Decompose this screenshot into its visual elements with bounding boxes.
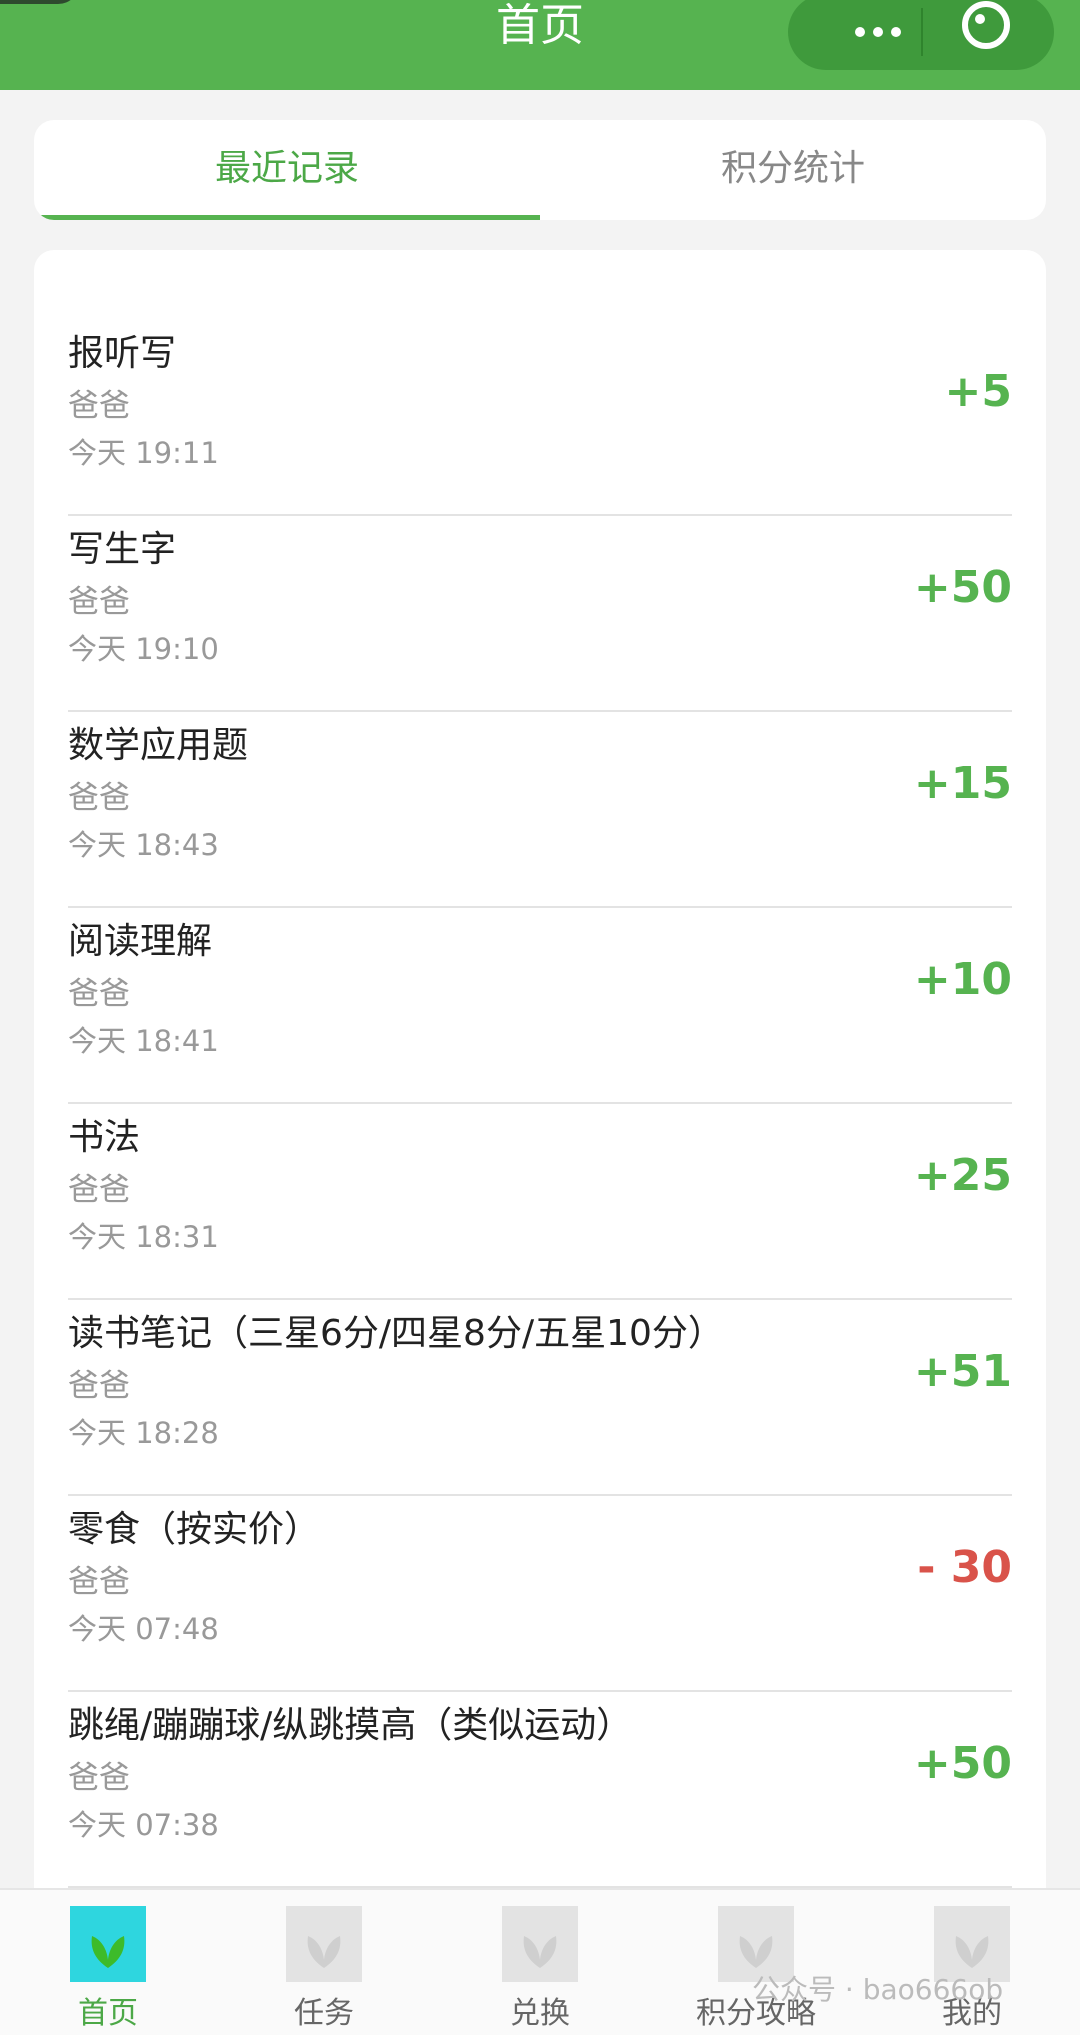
list-item[interactable]: 零食（按实价） 爸爸 今天 07:48 - 30 <box>68 1494 1012 1692</box>
capsule-divider <box>921 8 923 56</box>
more-button[interactable] <box>828 0 928 70</box>
record-time: 今天 19:10 <box>68 632 219 666</box>
record-author: 爸爸 <box>68 584 130 620</box>
record-author: 爸爸 <box>68 976 130 1012</box>
tabbar-label: 首页 <box>78 1996 138 2031</box>
tabbar-item-mine[interactable]: 我的 <box>892 1906 1052 2031</box>
list-item[interactable]: 书法 爸爸 今天 18:31 +25 <box>68 1102 1012 1300</box>
record-points: +50 <box>913 562 1012 613</box>
list-item[interactable]: 阅读理解 爸爸 今天 18:41 +10 <box>68 906 1012 1104</box>
record-time: 今天 07:38 <box>68 1808 219 1842</box>
record-author: 爸爸 <box>68 1564 130 1600</box>
leaf-icon <box>70 1906 146 1982</box>
leaf-icon <box>286 1906 362 1982</box>
list-item[interactable]: 读书笔记（三星6分/四星8分/五星10分） 爸爸 今天 18:28 +51 <box>68 1298 1012 1496</box>
dot-icon <box>891 27 901 37</box>
list-item[interactable]: 写生字 爸爸 今天 19:10 +50 <box>68 514 1012 712</box>
tabbar-item-points-guide[interactable]: 积分攻略 <box>676 1906 836 2031</box>
leaf-icon <box>502 1906 578 1982</box>
record-name: 报听写 <box>68 333 177 374</box>
record-author: 爸爸 <box>68 1172 130 1208</box>
tab-points-stats[interactable]: 积分统计 <box>540 120 1046 220</box>
record-name: 书法 <box>68 1117 141 1158</box>
record-time: 今天 18:41 <box>68 1024 219 1058</box>
record-points: - 30 <box>917 1542 1012 1593</box>
tabbar-item-redeem[interactable]: 兑换 <box>460 1906 620 2031</box>
list-item[interactable]: 跳绳/蹦蹦球/纵跳摸高（类似运动） 爸爸 今天 07:38 +50 <box>68 1690 1012 1888</box>
record-points: +10 <box>913 954 1012 1005</box>
record-author: 爸爸 <box>68 780 130 816</box>
bottom-tab-bar: 首页 任务 兑换 积分攻略 我的 <box>0 1888 1080 2035</box>
record-author: 爸爸 <box>68 1760 130 1796</box>
record-name: 零食（按实价） <box>68 1509 321 1550</box>
tabbar-item-home[interactable]: 首页 <box>28 1906 188 2031</box>
record-name: 写生字 <box>68 529 177 570</box>
record-name: 读书笔记（三星6分/四星8分/五星10分） <box>68 1313 724 1354</box>
record-name: 数学应用题 <box>68 725 249 766</box>
record-time: 今天 07:48 <box>68 1612 219 1646</box>
record-author: 爸爸 <box>68 1368 130 1404</box>
list-item[interactable]: 报听写 爸爸 今天 19:11 +5 <box>68 318 1012 516</box>
tabbar-label: 兑换 <box>510 1996 570 2031</box>
active-tab-indicator <box>34 215 540 220</box>
record-name: 跳绳/蹦蹦球/纵跳摸高（类似运动） <box>68 1705 633 1746</box>
record-points: +5 <box>944 366 1012 417</box>
record-time: 今天 18:28 <box>68 1416 219 1450</box>
dot-icon <box>873 27 883 37</box>
record-author: 爸爸 <box>68 388 130 424</box>
record-time: 今天 18:43 <box>68 828 219 862</box>
record-time: 今天 18:31 <box>68 1220 219 1254</box>
list-item[interactable]: 数学应用题 爸爸 今天 18:43 +15 <box>68 710 1012 908</box>
dot-icon <box>855 27 865 37</box>
tab-switcher: 最近记录 积分统计 <box>34 120 1046 220</box>
record-points: +15 <box>913 758 1012 809</box>
record-points: +51 <box>913 1346 1012 1397</box>
miniapp-capsule <box>788 0 1054 70</box>
record-points: +50 <box>913 1738 1012 1789</box>
record-time: 今天 19:11 <box>68 436 219 470</box>
tabbar-label: 任务 <box>294 1996 354 2031</box>
record-points: +25 <box>913 1150 1012 1201</box>
tab-recent-records[interactable]: 最近记录 <box>34 120 540 220</box>
tabbar-item-tasks[interactable]: 任务 <box>244 1906 404 2031</box>
watermark: 公众号 · bao666ob <box>752 1973 1004 2006</box>
close-miniapp-icon[interactable] <box>962 1 1010 49</box>
top-bar: 首页 <box>0 0 1080 90</box>
record-name: 阅读理解 <box>68 921 213 962</box>
records-list: 报听写 爸爸 今天 19:11 +5 写生字 爸爸 今天 19:10 +50 数… <box>34 250 1046 1970</box>
